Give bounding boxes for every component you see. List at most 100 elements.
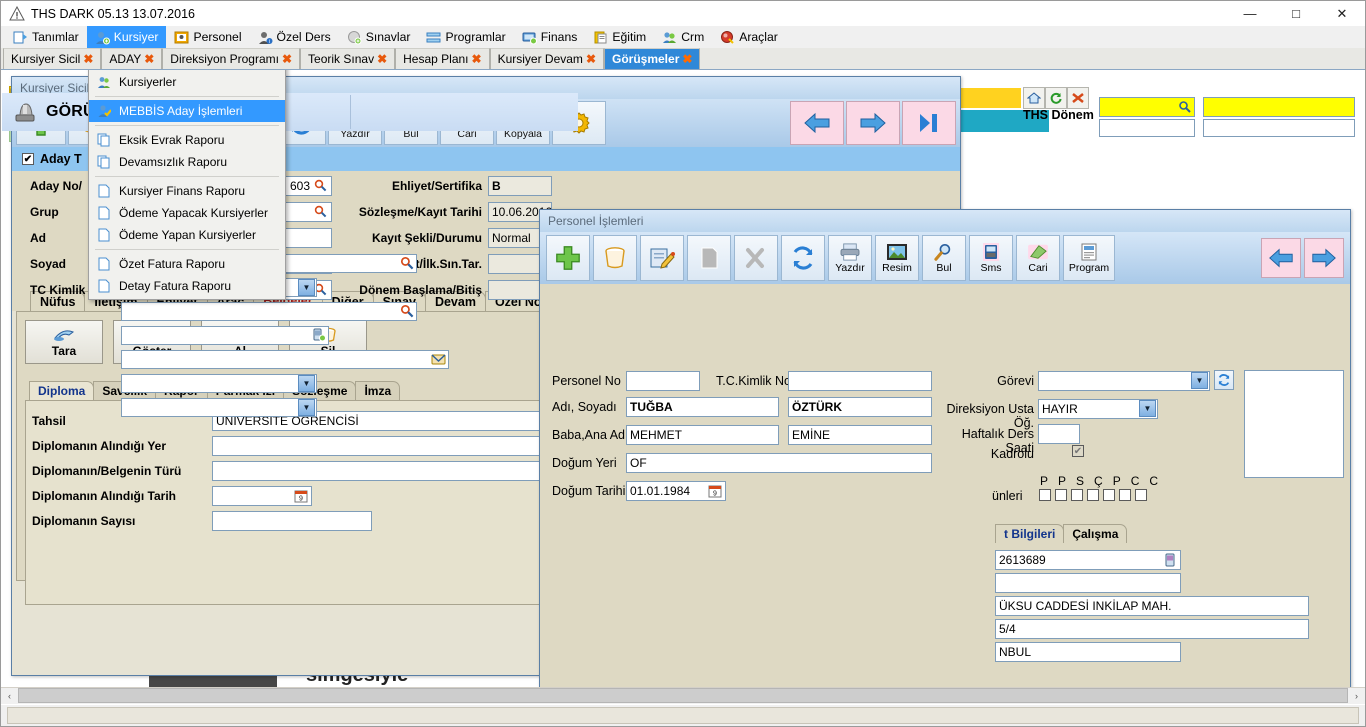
close-tab-icon[interactable]: ✖ <box>472 52 482 66</box>
ths-donem-field[interactable] <box>1099 97 1195 117</box>
calendar-icon[interactable]: 9 <box>708 484 722 498</box>
field-gorevi[interactable]: ▼ <box>1038 371 1210 391</box>
menu-item-tanimlar[interactable]: Tanımlar <box>5 26 87 48</box>
field-soyadi[interactable]: ÖZTÜRK <box>788 397 932 417</box>
bottom-tab-calisma[interactable]: Çalışma <box>1063 524 1128 543</box>
calendar-icon[interactable]: 9 <box>294 489 308 503</box>
chevron-down-icon[interactable]: ▼ <box>298 374 315 392</box>
search-icon[interactable] <box>314 205 328 219</box>
menu-item-sinavlar[interactable]: Sınavlar <box>339 26 419 48</box>
doctab-kursiyer-sicil[interactable]: Kursiyer Sicil ✖ <box>3 48 102 69</box>
close-tab-icon[interactable]: ✖ <box>586 52 596 66</box>
day-checkbox[interactable] <box>1087 489 1099 501</box>
field-email[interactable] <box>121 349 449 369</box>
field-bottom-2[interactable] <box>995 573 1181 593</box>
chevron-down-icon[interactable]: ▼ <box>1139 400 1156 417</box>
search-icon[interactable] <box>1178 100 1192 114</box>
home-icon[interactable] <box>1023 87 1045 109</box>
close-tab-icon[interactable]: ✖ <box>377 52 387 66</box>
field-telefon[interactable] <box>121 325 329 345</box>
scroll-track[interactable] <box>18 687 1348 705</box>
chevron-down-icon[interactable]: ▼ <box>1191 372 1208 389</box>
cut-button[interactable] <box>734 235 778 281</box>
field-ehliyet[interactable]: B <box>488 176 552 196</box>
scroll-right-arrow[interactable]: › <box>1348 688 1365 705</box>
maximize-button[interactable]: □ <box>1273 1 1319 26</box>
personel-window-titlebar[interactable]: Personel İşlemleri <box>540 210 1350 232</box>
field-ana-adi[interactable]: EMİNE <box>788 425 932 445</box>
menu-devamsizlik-raporu[interactable]: Devamsızlık Raporu <box>89 151 285 173</box>
scroll-thumb[interactable] <box>18 687 1348 703</box>
day-checkbox[interactable] <box>1119 489 1131 501</box>
clear-button[interactable] <box>593 235 637 281</box>
mail-icon[interactable] <box>431 353 446 366</box>
menu-ozet-fatura-raporu[interactable]: Özet Fatura Raporu <box>89 253 285 275</box>
subtab-imza[interactable]: İmza <box>355 381 401 400</box>
gorevi-refresh-button[interactable] <box>1214 370 1234 390</box>
close-tab-icon[interactable]: ✖ <box>83 52 93 66</box>
last-record-button[interactable] <box>902 101 956 145</box>
scan-button[interactable]: Tara <box>25 320 103 364</box>
horizontal-scrollbar[interactable]: ‹ › <box>1 687 1365 705</box>
day-checkbox[interactable] <box>1135 489 1147 501</box>
next-record-button[interactable] <box>846 101 900 145</box>
menu-item-crm[interactable]: Crm <box>654 26 712 48</box>
edit-button[interactable] <box>640 235 684 281</box>
field-haftalik-ders[interactable] <box>1038 424 1080 444</box>
doctab-direksiyon-programi[interactable]: Direksiyon Programı ✖ <box>162 48 301 69</box>
phone-add-icon[interactable] <box>312 328 326 342</box>
search-icon[interactable] <box>314 179 328 193</box>
chevron-down-icon[interactable]: ▼ <box>298 398 315 416</box>
add-button[interactable] <box>546 235 590 281</box>
field-dogum-yeri[interactable]: OF <box>626 453 932 473</box>
sms-button[interactable]: Sms <box>969 235 1013 281</box>
search-icon[interactable] <box>400 304 414 318</box>
field-baba-adi[interactable]: MEHMET <box>626 425 779 445</box>
menu-detay-fatura-raporu[interactable]: Detay Fatura Raporu <box>89 275 285 297</box>
field-adi[interactable]: TUĞBA <box>626 397 779 417</box>
copy-button[interactable] <box>687 235 731 281</box>
day-checkbox[interactable] <box>1071 489 1083 501</box>
field-address-no[interactable]: 5/4 <box>995 619 1309 639</box>
find-button[interactable]: Bul <box>922 235 966 281</box>
doctab-gorusmeler[interactable]: Görüşmeler ✖ <box>604 48 701 69</box>
bg-white-field-2[interactable] <box>1203 119 1355 137</box>
menu-item-kursiyer[interactable]: Kursiyer <box>86 26 167 48</box>
kursiyer-dropdown-menu[interactable]: Kursiyer İşlemleri Kursiyerler MEBBİS Ad… <box>88 70 286 300</box>
close-button[interactable]: ✕ <box>1319 1 1365 26</box>
close-tab-icon[interactable]: ✖ <box>282 52 292 66</box>
field-diploma-sayi[interactable] <box>212 510 372 531</box>
chevron-down-icon[interactable]: ▼ <box>298 278 315 296</box>
subtab-diploma[interactable]: Diploma <box>29 381 95 400</box>
minimize-button[interactable]: — <box>1227 1 1273 26</box>
menu-item-ozel-ders[interactable]: i Özel Ders <box>250 26 339 48</box>
prev-record-button[interactable] <box>1261 238 1301 278</box>
next-record-button[interactable] <box>1304 238 1344 278</box>
kadrolu-checkbox[interactable]: ✔ <box>1072 445 1084 457</box>
close-tab-icon[interactable]: ✖ <box>682 52 692 66</box>
program-button[interactable]: Program <box>1063 235 1115 281</box>
menu-odeme-yapan-kursiyerler[interactable]: Ödeme Yapan Kursiyerler <box>89 224 285 246</box>
bg-white-field-1[interactable] <box>1099 119 1195 137</box>
doctab-teorik-sinav[interactable]: Teorik Sınav ✖ <box>300 48 396 69</box>
field-dogum-tarihi[interactable]: 01.01.1984 9 <box>626 481 726 501</box>
field-icerik-grubu[interactable]: ▼ <box>121 373 317 393</box>
menu-item-araclar[interactable]: Araçlar <box>712 26 786 48</box>
menu-item-egitim[interactable]: Eğitim <box>585 26 654 48</box>
day-checkbox[interactable] <box>1055 489 1067 501</box>
search-icon[interactable] <box>400 256 414 270</box>
field-address[interactable]: ÜKSU CADDESİ INKİLAP MAH. <box>995 596 1309 616</box>
print-button[interactable]: Yazdır <box>828 235 872 281</box>
refresh-button[interactable] <box>781 235 825 281</box>
menu-kursiyerler[interactable]: Kursiyerler <box>89 71 285 93</box>
field-direksiyon-usta[interactable]: HAYIR ▼ <box>1038 399 1158 419</box>
scroll-left-arrow[interactable]: ‹ <box>1 688 18 705</box>
bottom-tab-bilgileri[interactable]: t Bilgileri <box>995 524 1065 543</box>
day-checkbox[interactable] <box>1039 489 1051 501</box>
field-tc-kimlik[interactable] <box>788 371 932 391</box>
menu-item-finans[interactable]: Finans <box>514 26 586 48</box>
day-checkbox[interactable] <box>1103 489 1115 501</box>
doctab-aday[interactable]: ADAY ✖ <box>101 48 163 69</box>
field-city[interactable]: NBUL <box>995 642 1181 662</box>
menu-item-personel[interactable]: Personel <box>166 26 249 48</box>
